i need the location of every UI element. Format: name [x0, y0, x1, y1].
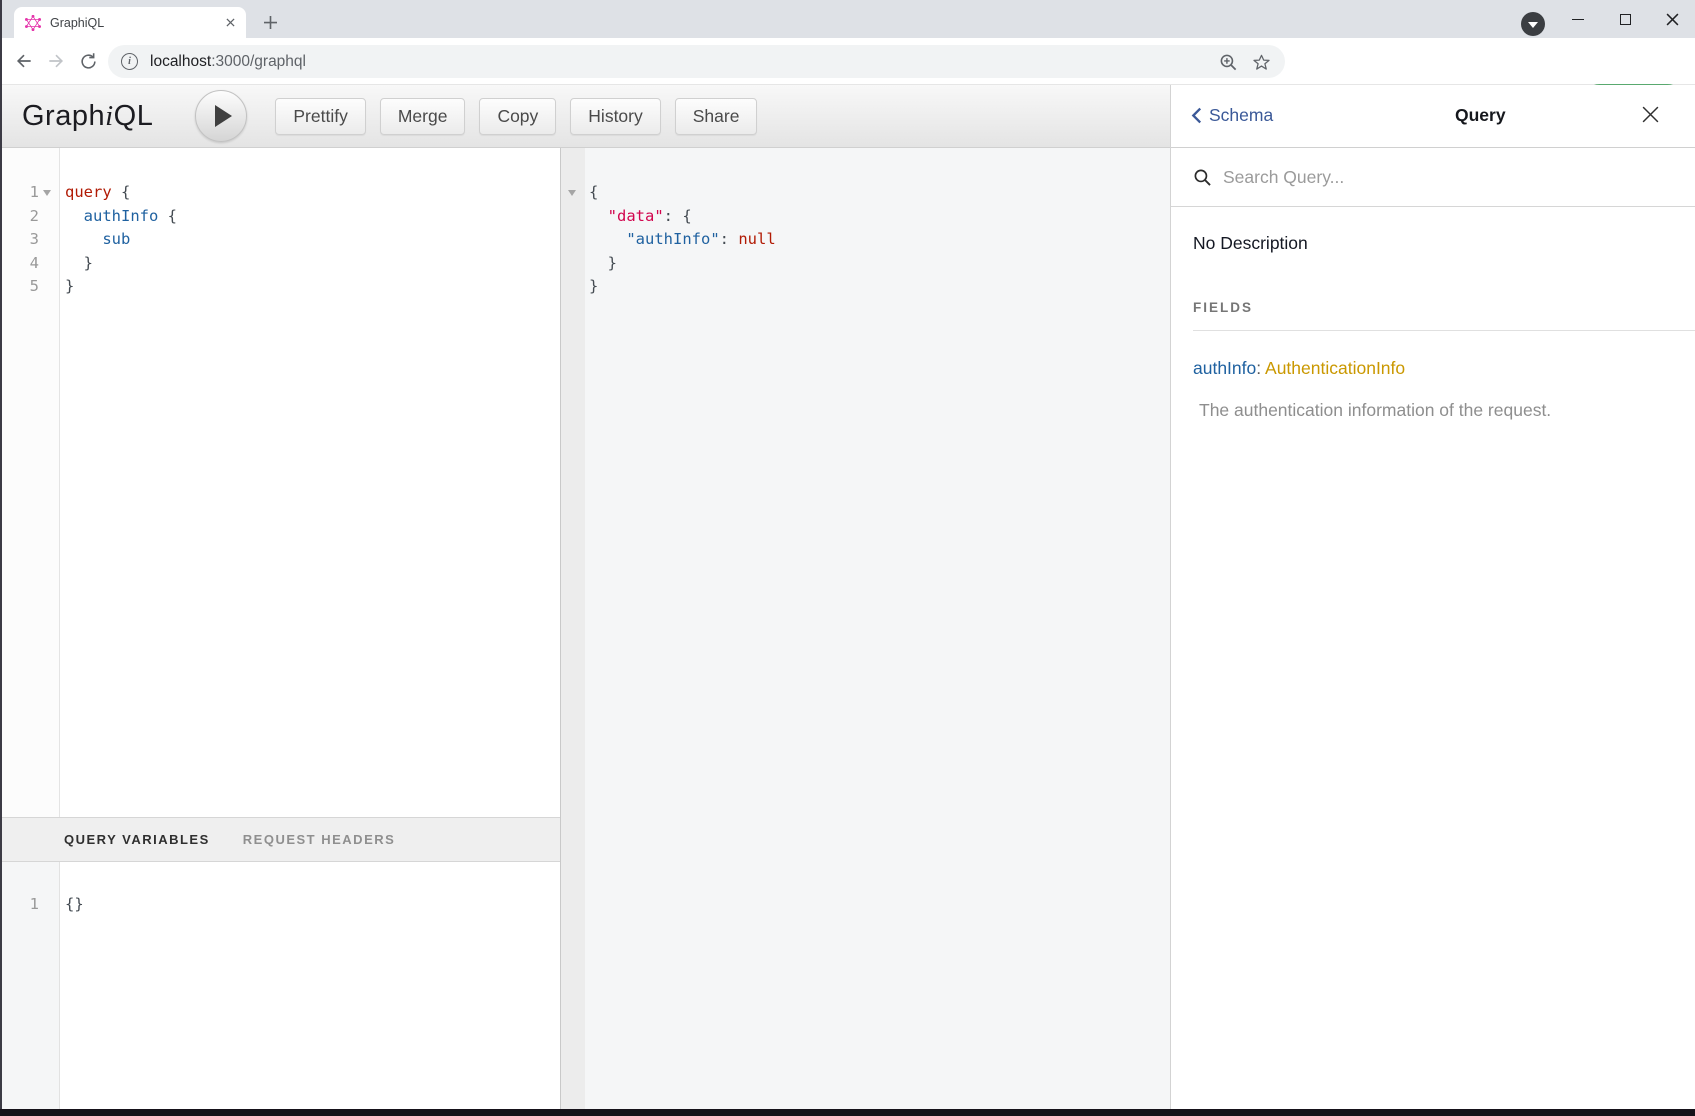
reload-icon[interactable] — [74, 47, 102, 75]
doc-search-row — [1171, 148, 1695, 207]
result-json: { "data": { "authInfo": null } } — [585, 148, 776, 299]
page-info-icon[interactable]: i — [121, 53, 138, 70]
fold-arrow-icon[interactable] — [43, 190, 51, 196]
browser-titlebar: GraphiQL — [0, 0, 1695, 38]
code-line: "data": { — [589, 205, 776, 229]
chrome-update-icon[interactable] — [1521, 12, 1545, 36]
window-minimize-button[interactable] — [1561, 6, 1595, 32]
result-pane: { "data": { "authInfo": null } } — [560, 148, 1170, 1109]
line-number: 2 — [30, 205, 39, 229]
code-line: } — [65, 275, 177, 299]
field-description: The authentication information of the re… — [1199, 400, 1695, 421]
graphiql-toolbar: GraphiQL Prettify Merge Copy History Sha… — [0, 85, 1170, 148]
query-code[interactable]: query { authInfo { sub } } — [61, 148, 177, 299]
bookmark-star-icon[interactable] — [1248, 49, 1274, 75]
line-number: 5 — [30, 275, 39, 299]
zoom-level-icon[interactable] — [1215, 49, 1241, 75]
code-line: { — [589, 181, 776, 205]
doc-back-link[interactable]: Schema — [1191, 105, 1273, 126]
address-bar[interactable]: i localhost:3000/graphql — [108, 45, 1285, 78]
window-maximize-button[interactable] — [1608, 6, 1642, 32]
play-icon — [215, 105, 232, 127]
graphiql-logo: GraphiQL — [22, 100, 153, 133]
code-line: authInfo { — [65, 205, 177, 229]
search-icon — [1193, 168, 1212, 187]
doc-body: No Description FIELDS authInfo: Authenti… — [1171, 207, 1695, 421]
code-line: } — [589, 252, 776, 276]
result-gutter — [561, 148, 585, 1109]
doc-explorer-header: Schema Query — [1171, 85, 1695, 148]
doc-explorer-panel: Schema Query No Description FIELDS authI… — [1170, 85, 1695, 1109]
tab-title: GraphiQL — [50, 16, 222, 30]
field-row: authInfo: AuthenticationInfo — [1193, 358, 1695, 379]
browser-urlbar: i localhost:3000/graphql UO P — [0, 38, 1695, 85]
screen-bottom-edge — [0, 1109, 1695, 1116]
tab-query-variables[interactable]: QUERY VARIABLES — [64, 828, 210, 852]
forward-icon[interactable] — [42, 47, 70, 75]
graphql-favicon-icon — [25, 15, 41, 31]
share-button[interactable]: Share — [675, 98, 758, 135]
code-line: query { — [65, 181, 177, 205]
line-number: 1 — [30, 893, 39, 917]
query-editor-gutter: 1 2 3 4 5 — [2, 148, 60, 817]
new-tab-icon[interactable] — [258, 10, 282, 34]
tab-request-headers[interactable]: REQUEST HEADERS — [243, 828, 396, 852]
secondary-editor-tabbar: QUERY VARIABLES REQUEST HEADERS — [2, 817, 560, 862]
variables-gutter: 1 — [2, 862, 60, 1109]
fold-arrow-icon[interactable] — [568, 190, 576, 196]
copy-button[interactable]: Copy — [479, 98, 556, 135]
doc-search-input[interactable] — [1223, 167, 1643, 188]
field-name-link[interactable]: authInfo — [1193, 358, 1256, 378]
code-line: } — [589, 275, 776, 299]
window-left-edge — [0, 0, 2, 1116]
code-line: sub — [65, 228, 177, 252]
field-type-link[interactable]: AuthenticationInfo — [1265, 358, 1405, 378]
url-text[interactable]: localhost:3000/graphql — [150, 53, 306, 71]
doc-title: Query — [1455, 105, 1506, 126]
line-number: 4 — [30, 252, 39, 276]
browser-tab[interactable]: GraphiQL — [14, 7, 246, 38]
prettify-button[interactable]: Prettify — [275, 98, 365, 135]
back-icon[interactable] — [10, 47, 38, 75]
line-number: 3 — [30, 228, 39, 252]
tab-close-icon[interactable] — [222, 15, 238, 31]
query-editor-pane[interactable]: 1 2 3 4 5 query { authInfo { sub } } QUE… — [2, 148, 560, 1109]
variables-code[interactable]: {} — [61, 862, 84, 917]
history-button[interactable]: History — [570, 98, 660, 135]
window-close-button[interactable] — [1655, 6, 1689, 32]
chevron-left-icon — [1191, 107, 1202, 124]
execute-query-button[interactable] — [195, 90, 247, 142]
variables-editor[interactable]: 1 {} — [2, 862, 560, 1109]
doc-close-icon[interactable] — [1641, 105, 1661, 125]
fields-heading: FIELDS — [1193, 300, 1695, 331]
line-number: 1 — [30, 181, 39, 205]
doc-back-label: Schema — [1209, 105, 1273, 126]
code-line: } — [65, 252, 177, 276]
code-line: "authInfo": null — [589, 228, 776, 252]
type-description: No Description — [1193, 233, 1695, 254]
code-line: {} — [65, 893, 84, 917]
merge-button[interactable]: Merge — [380, 98, 466, 135]
